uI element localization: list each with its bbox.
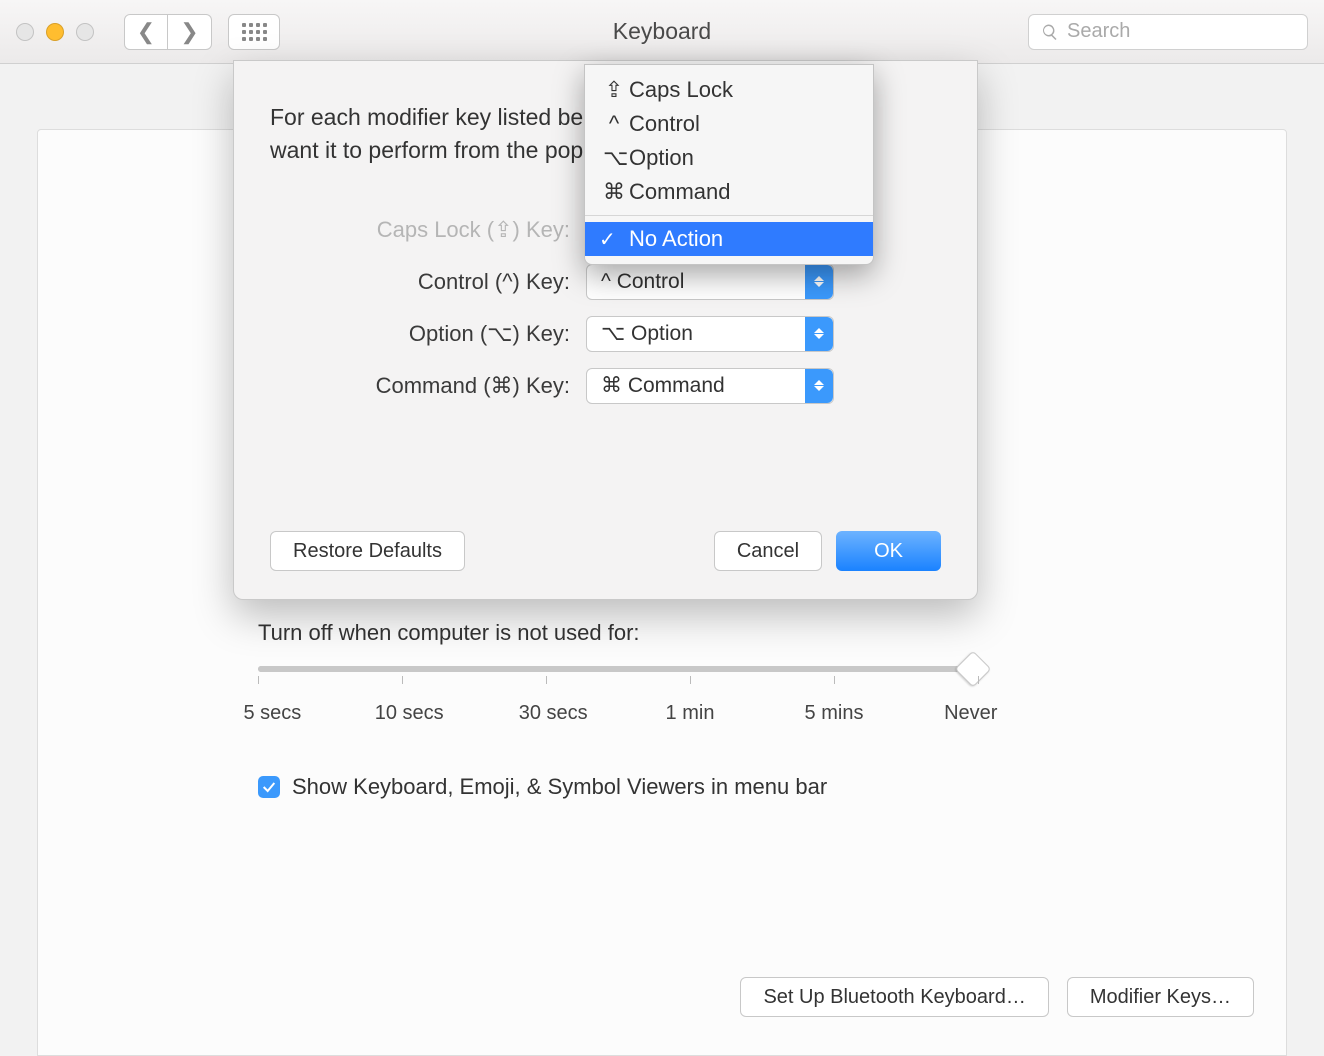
capslock-popup-menu: ⇪ Caps Lock ^ Control ⌥ Option ⌘ Command…: [584, 64, 874, 265]
option-label: Option (⌥) Key:: [270, 321, 570, 347]
popup-item-control[interactable]: ^ Control: [585, 107, 873, 141]
minimize-window-button[interactable]: [46, 23, 64, 41]
command-row: Command (⌘) Key: ⌘ Command: [270, 368, 941, 404]
ok-button[interactable]: OK: [836, 531, 941, 571]
chevron-right-icon: ❯: [180, 19, 198, 45]
tick-label: Never: [944, 702, 997, 725]
command-icon: ⌘: [603, 179, 625, 205]
nav-buttons: ❮ ❯: [124, 14, 212, 50]
idle-slider[interactable]: 5 secs 10 secs 30 secs 1 min 5 mins Neve…: [258, 666, 1058, 728]
capslock-label: Caps Lock (⇪) Key:: [270, 217, 570, 243]
tick-label: 10 secs: [375, 702, 444, 725]
updown-icon: [805, 369, 833, 403]
control-label: Control (^) Key:: [270, 269, 570, 295]
search-placeholder: Search: [1067, 20, 1130, 43]
control-icon: ^: [603, 111, 625, 137]
popup-item-capslock[interactable]: ⇪ Caps Lock: [585, 73, 873, 107]
control-select-value: ^ Control: [601, 270, 684, 294]
search-icon: [1041, 23, 1059, 41]
option-select[interactable]: ⌥ Option: [586, 316, 834, 352]
modifier-keys-button[interactable]: Modifier Keys…: [1067, 977, 1254, 1017]
menu-bar-checkbox-row: Show Keyboard, Emoji, & Symbol Viewers i…: [258, 774, 1058, 800]
show-viewers-label: Show Keyboard, Emoji, & Symbol Viewers i…: [292, 774, 827, 800]
command-select-value: ⌘ Command: [601, 373, 725, 398]
chevron-left-icon: ❮: [137, 19, 155, 45]
popup-item-command[interactable]: ⌘ Command: [585, 175, 873, 209]
close-window-button[interactable]: [16, 23, 34, 41]
command-label: Command (⌘) Key:: [270, 373, 570, 399]
show-viewers-checkbox[interactable]: [258, 776, 280, 798]
popup-item-label: No Action: [629, 226, 723, 252]
pane-bottom-buttons: Set Up Bluetooth Keyboard… Modifier Keys…: [740, 977, 1254, 1017]
setup-bluetooth-button[interactable]: Set Up Bluetooth Keyboard…: [740, 977, 1048, 1017]
popup-item-no-action[interactable]: No Action: [585, 222, 873, 256]
updown-icon: [805, 317, 833, 351]
popup-item-label: Caps Lock: [629, 77, 733, 103]
cancel-button[interactable]: Cancel: [714, 531, 822, 571]
popup-item-option[interactable]: ⌥ Option: [585, 141, 873, 175]
sheet-buttons: Restore Defaults Cancel OK: [270, 531, 941, 571]
window-controls: [16, 23, 94, 41]
tick-label: 30 secs: [519, 702, 588, 725]
toolbar: ❮ ❯ Keyboard Search: [0, 0, 1324, 64]
control-row: Control (^) Key: ^ Control: [270, 264, 941, 300]
forward-button[interactable]: ❯: [168, 14, 212, 50]
tick-label: 1 min: [666, 702, 715, 725]
control-select[interactable]: ^ Control: [586, 264, 834, 300]
keyboard-settings-lower: Turn off when computer is not used for: …: [258, 620, 1058, 800]
show-all-button[interactable]: [228, 14, 280, 50]
search-field[interactable]: Search: [1028, 14, 1308, 50]
capslock-icon: ⇪: [603, 77, 625, 103]
option-select-value: ⌥ Option: [601, 321, 693, 346]
option-row: Option (⌥) Key: ⌥ Option: [270, 316, 941, 352]
restore-defaults-button[interactable]: Restore Defaults: [270, 531, 465, 571]
command-select[interactable]: ⌘ Command: [586, 368, 834, 404]
popup-item-label: Command: [629, 179, 730, 205]
popup-item-label: Option: [629, 145, 694, 171]
content-area: Turn off when computer is not used for: …: [0, 64, 1324, 1056]
popup-separator: [585, 215, 873, 216]
popup-item-label: Control: [629, 111, 700, 137]
window-title: Keyboard: [613, 18, 711, 45]
slider-ticks: [258, 676, 978, 686]
tick-label: 5 secs: [243, 702, 301, 725]
grid-icon: [242, 23, 267, 41]
zoom-window-button[interactable]: [76, 23, 94, 41]
check-icon: [261, 779, 277, 795]
option-icon: ⌥: [603, 145, 625, 171]
back-button[interactable]: ❮: [124, 14, 168, 50]
turnoff-label: Turn off when computer is not used for:: [258, 620, 1058, 646]
slider-tick-labels: 5 secs 10 secs 30 secs 1 min 5 mins Neve…: [258, 702, 978, 728]
updown-icon: [805, 265, 833, 299]
tick-label: 5 mins: [805, 702, 864, 725]
